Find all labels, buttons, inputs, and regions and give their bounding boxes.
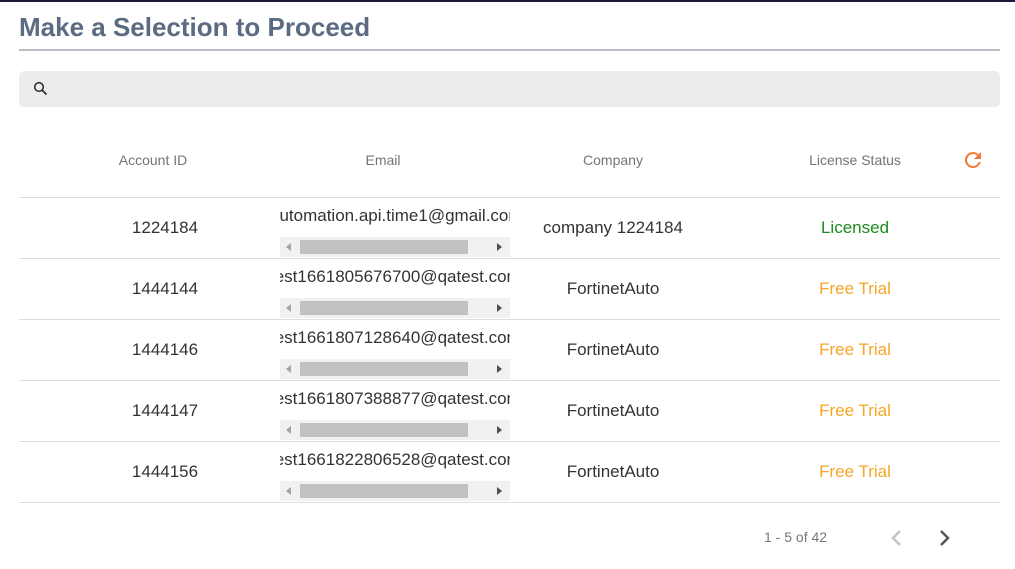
license-status-cell: Free Trial [819,401,891,420]
account-id-cell: 1444144 [131,279,199,298]
license-status-cell: Free Trial [819,279,891,298]
company-cell: FortinetAuto [566,340,660,359]
column-header-email[interactable]: Email [365,152,400,168]
email-cell: test1661807128640@qatest.com [280,320,510,380]
horizontal-scrollbar[interactable] [280,237,510,257]
title-divider [19,49,1000,51]
license-status-cell: Licensed [820,218,890,237]
company-cell: FortinetAuto [566,279,660,298]
scroll-left-arrow-icon[interactable] [286,487,291,495]
horizontal-scrollbar[interactable] [280,420,510,440]
row-divider [19,502,1000,503]
email-cell: automation.api.time1@gmail.com [280,198,510,258]
account-id-cell: 1224184 [131,218,199,237]
previous-page-button[interactable] [886,526,906,550]
email-cell: test1661805676700@qatest.com [280,259,510,319]
scroll-right-arrow-icon[interactable] [497,365,502,373]
table-row[interactable]: 1444144 test1661805676700@qatest.com For… [19,259,1000,320]
table-row[interactable]: 1444156 test1661822806528@qatest.com For… [19,442,1000,503]
table-row[interactable]: 1444146 test1661807128640@qatest.com For… [19,320,1000,381]
table-row[interactable]: 1444147 test1661807388877@qatest.com For… [19,381,1000,442]
scrollbar-thumb[interactable] [300,423,468,437]
email-text: test1661807128640@qatest.com [280,328,510,347]
account-id-cell: 1444146 [131,340,199,359]
table-row[interactable]: 1224184 automation.api.time1@gmail.com c… [19,198,1000,259]
scroll-right-arrow-icon[interactable] [497,243,502,251]
scroll-left-arrow-icon[interactable] [286,304,291,312]
email-text-viewport: test1661805676700@qatest.com [280,267,510,287]
column-header-account-id[interactable]: Account ID [119,152,187,168]
scroll-left-arrow-icon[interactable] [286,243,291,251]
company-cell: FortinetAuto [566,462,660,481]
refresh-icon[interactable] [961,148,985,172]
page-title: Make a Selection to Proceed [19,12,371,42]
scrollbar-thumb[interactable] [300,484,468,498]
pagination-range: 1 - 5 of 42 [764,529,827,545]
scroll-left-arrow-icon[interactable] [286,426,291,434]
scrollbar-thumb[interactable] [300,240,468,254]
range-start: 1 [764,529,772,545]
scrollbar-thumb[interactable] [300,362,468,376]
search-icon [33,81,48,96]
scroll-left-arrow-icon[interactable] [286,365,291,373]
next-page-button[interactable] [935,526,955,550]
license-status-cell: Free Trial [819,462,891,481]
company-cell: FortinetAuto [566,401,660,420]
column-header-license-status[interactable]: License Status [809,152,901,168]
search-input[interactable] [63,71,983,107]
company-cell: company 1224184 [543,218,683,237]
email-cell: test1661822806528@qatest.com [280,442,510,502]
range-rest: - 5 of 42 [771,529,828,545]
email-text-viewport: test1661822806528@qatest.com [280,450,510,470]
account-id-cell: 1444156 [131,462,199,481]
scrollbar-thumb[interactable] [300,301,468,315]
column-header-company[interactable]: Company [583,152,643,168]
email-text: test1661807388877@qatest.com [280,389,510,408]
email-text: automation.api.time1@gmail.com [280,206,510,225]
email-text-viewport: automation.api.time1@gmail.com [280,206,510,226]
horizontal-scrollbar[interactable] [280,481,510,501]
email-text: test1661805676700@qatest.com [280,267,510,286]
email-cell: test1661807388877@qatest.com [280,381,510,441]
account-id-cell: 1444147 [131,401,199,420]
scroll-right-arrow-icon[interactable] [497,426,502,434]
email-text-viewport: test1661807128640@qatest.com [280,328,510,348]
search-bar[interactable] [19,71,1000,107]
scroll-right-arrow-icon[interactable] [497,487,502,495]
email-text-viewport: test1661807388877@qatest.com [280,389,510,409]
email-text: test1661822806528@qatest.com [280,450,510,469]
license-status-cell: Free Trial [819,340,891,359]
horizontal-scrollbar[interactable] [280,359,510,379]
horizontal-scrollbar[interactable] [280,298,510,318]
scroll-right-arrow-icon[interactable] [497,304,502,312]
